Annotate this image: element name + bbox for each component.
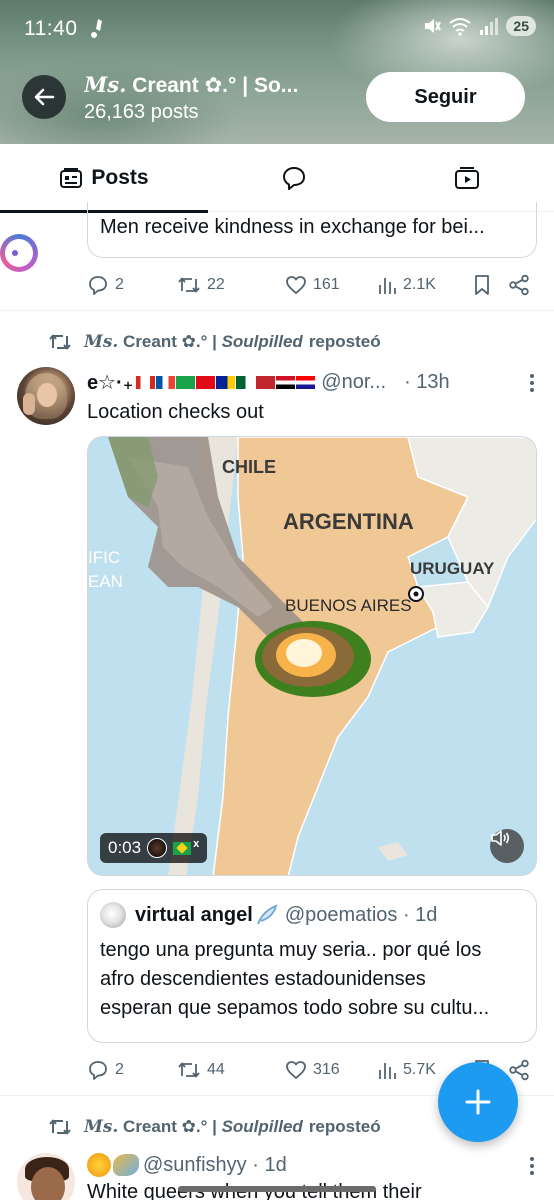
repost-icon xyxy=(49,1119,71,1135)
more-icon[interactable] xyxy=(528,372,536,394)
share-icon xyxy=(509,1059,529,1081)
post-author[interactable]: @sunfishyy · 1d xyxy=(87,1153,287,1177)
status-bar: 11:40 25 xyxy=(0,0,554,56)
flag-emojis xyxy=(136,376,316,389)
tab-posts-label: Posts xyxy=(91,166,149,189)
avatar xyxy=(100,902,126,928)
home-indicator[interactable] xyxy=(178,1186,376,1192)
reply-icon xyxy=(89,1061,107,1080)
reply-icon xyxy=(89,276,107,295)
author-name: e☆·₊ xyxy=(87,372,134,394)
like-icon xyxy=(286,276,306,294)
quoted-post-text: tengo una pregunta muy seria.. por qué l… xyxy=(100,939,490,1019)
like-button[interactable]: 161 xyxy=(285,274,377,296)
profile-header: 11:40 25 Ms. Creant ✿.° | So... 26,163 p… xyxy=(0,0,554,144)
brazil-flag-icon xyxy=(173,841,192,855)
reply-button[interactable]: 2 xyxy=(87,274,177,296)
map-label-pacific-1: IFIC xyxy=(88,548,120,567)
replies-tab-icon xyxy=(283,167,305,190)
bookmark-icon xyxy=(475,275,489,295)
author-handle: @nor... xyxy=(321,371,387,393)
repost-icon xyxy=(178,1062,200,1078)
fish-emoji-icon xyxy=(113,1154,139,1176)
map-label-uruguay: URUGUAY xyxy=(410,559,495,578)
map-label-argentina: ARGENTINA xyxy=(283,509,414,534)
repost-count: 44 xyxy=(207,1061,225,1078)
reply-button[interactable]: 2 xyxy=(87,1059,177,1081)
post-actions: 2 22 161 2.1K xyxy=(87,270,537,300)
video-player[interactable]: CHILE ARGENTINA URUGUAY BUENOS AIRES IFI… xyxy=(87,436,537,876)
map-label-chile: CHILE xyxy=(222,457,276,477)
video-timestamp: 0:03 x xyxy=(100,833,208,863)
post-time: · 13h xyxy=(404,371,450,393)
compose-plus-icon xyxy=(465,1089,491,1115)
mute-status-icon xyxy=(425,19,442,33)
reply-count: 2 xyxy=(115,276,124,293)
wifi-icon xyxy=(449,18,472,36)
like-count: 316 xyxy=(313,1061,340,1078)
avatar[interactable] xyxy=(17,1153,75,1200)
repost-button[interactable]: 22 xyxy=(177,274,285,296)
sun-emoji-icon xyxy=(87,1153,111,1177)
post-card[interactable]: Men receive kindness in exchange for bei… xyxy=(0,202,554,311)
quoted-post-author: virtual angel @poematios · 1d xyxy=(100,902,437,928)
post-count: 26,163 posts xyxy=(84,101,199,123)
reply-count: 2 xyxy=(115,1061,124,1078)
signal-icon xyxy=(480,18,499,35)
quoted-post[interactable]: virtual angel @poematios · 1d tengo una … xyxy=(87,889,537,1043)
feather-icon xyxy=(256,904,278,925)
share-icon xyxy=(509,274,529,296)
more-icon[interactable] xyxy=(528,1155,536,1177)
status-time: 11:40 xyxy=(24,17,78,40)
map-label-buenos-aires: BUENOS AIRES xyxy=(285,596,412,615)
author-handle: @sunfishyy · 1d xyxy=(143,1153,287,1176)
mute-button[interactable] xyxy=(490,829,524,863)
views-count: 2.1K xyxy=(403,276,436,293)
back-arrow-icon xyxy=(34,88,55,106)
mute-icon xyxy=(491,830,510,846)
share-button[interactable] xyxy=(508,274,534,296)
repost-button[interactable]: 44 xyxy=(177,1059,285,1081)
repost-attribution[interactable]: Ms. Creant ✿.° | Soulpilled reposteó xyxy=(48,332,381,352)
views-button[interactable]: 2.1K xyxy=(377,274,472,296)
follow-button[interactable]: Seguir xyxy=(366,72,525,122)
post-card[interactable]: Ms. Creant ✿.° | Soulpilled reposteó e☆·… xyxy=(0,312,554,1096)
notification-icon xyxy=(91,19,102,38)
share-button[interactable] xyxy=(508,1059,534,1081)
repost-count: 22 xyxy=(207,276,225,293)
status-icons: 25 xyxy=(422,16,536,36)
avatar[interactable] xyxy=(17,367,75,425)
like-count: 161 xyxy=(313,276,340,293)
post-text: Location checks out xyxy=(87,401,264,423)
repost-icon xyxy=(49,334,71,350)
views-icon xyxy=(379,1063,396,1079)
views-icon xyxy=(379,278,396,294)
back-button[interactable] xyxy=(22,75,66,119)
compose-button[interactable] xyxy=(438,1062,518,1142)
avatar xyxy=(147,838,168,858)
media-tab-icon xyxy=(455,167,479,189)
map-video-frame: CHILE ARGENTINA URUGUAY BUENOS AIRES IFI… xyxy=(88,437,536,875)
bookmark-button[interactable] xyxy=(472,274,508,296)
repost-icon xyxy=(178,277,200,293)
quoted-post-text[interactable]: Men receive kindness in exchange for bei… xyxy=(87,202,537,258)
views-count: 5.7K xyxy=(403,1061,436,1078)
map-label-pacific-2: EAN xyxy=(88,572,123,591)
like-icon xyxy=(286,1061,306,1079)
posts-tab-icon xyxy=(60,168,83,188)
repost-attribution[interactable]: Ms. Creant ✿.° | Soulpilled reposteó xyxy=(48,1117,381,1137)
post-author[interactable]: e☆·₊ @nor... · 13h xyxy=(87,370,537,395)
battery-indicator: 25 xyxy=(506,16,536,36)
like-button[interactable]: 316 xyxy=(285,1059,377,1081)
loading-spinner xyxy=(0,234,38,272)
profile-name: Ms. Creant ✿.° | So... xyxy=(84,72,299,97)
